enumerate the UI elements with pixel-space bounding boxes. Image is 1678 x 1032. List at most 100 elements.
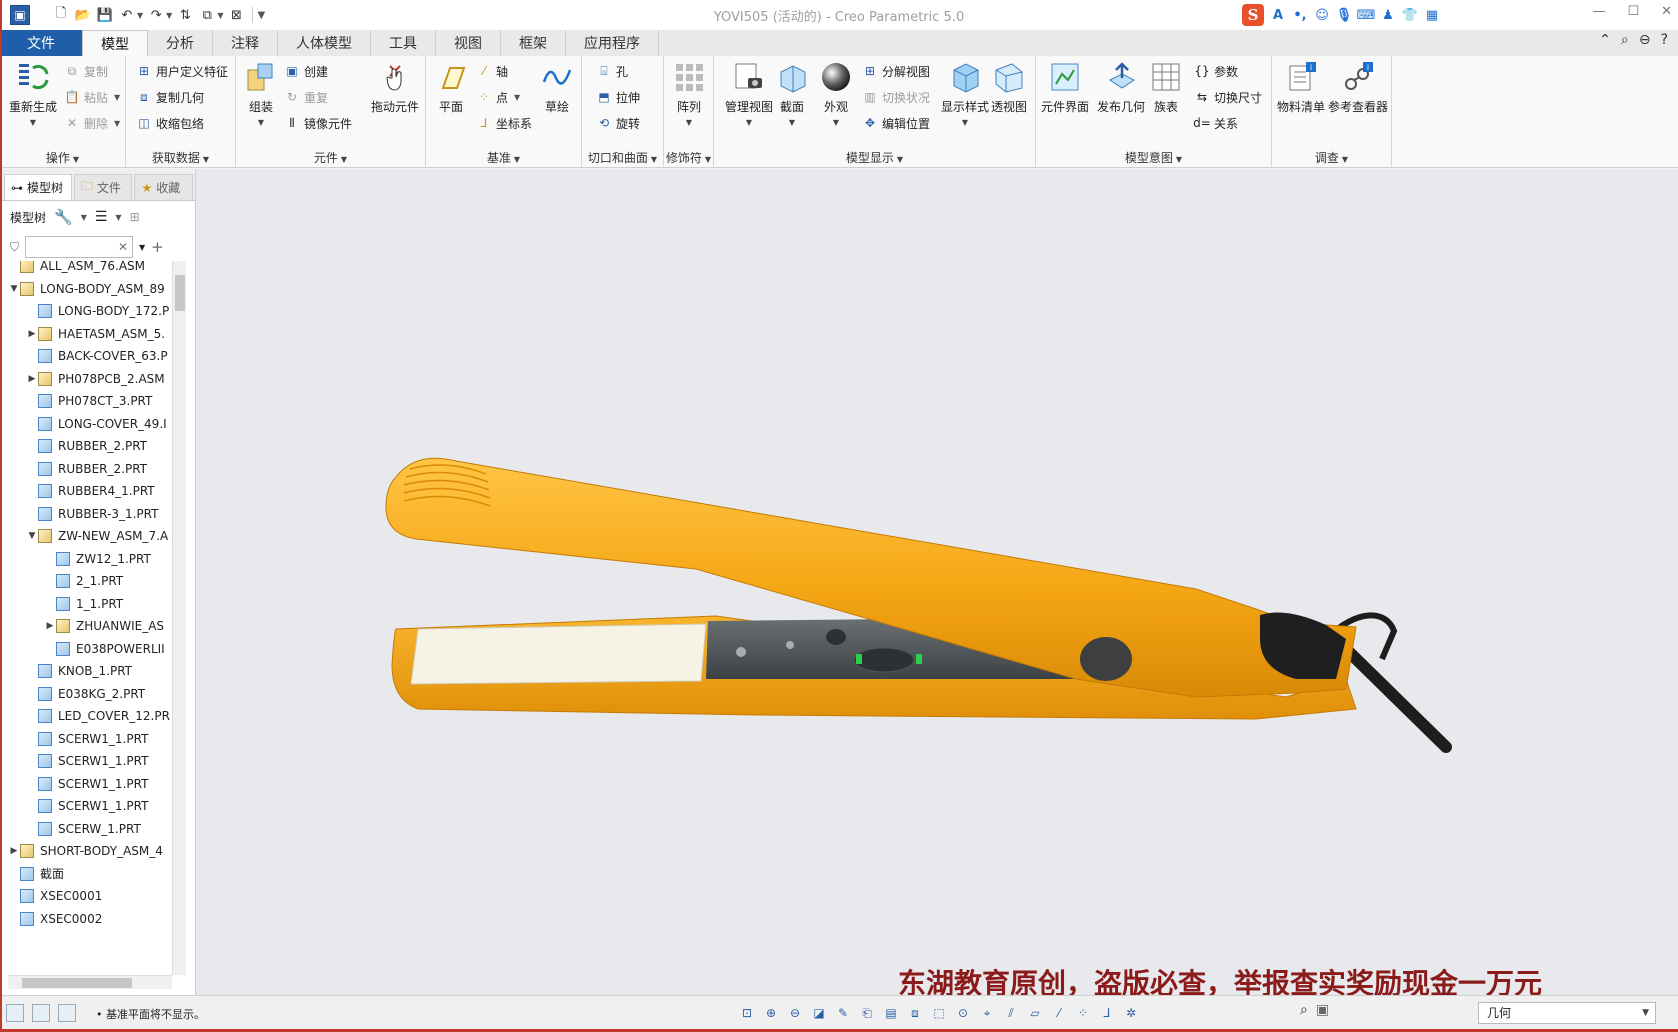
point-dropdown-icon[interactable]: ▼ (514, 93, 520, 102)
csys-button[interactable]: ⅃ 坐标系 (476, 114, 532, 132)
tab-file[interactable]: 文件 (0, 30, 82, 56)
pattern-button[interactable]: 阵列 ▼ (660, 60, 718, 130)
assemble-dropdown-icon[interactable]: ▼ (258, 116, 264, 130)
tree-item[interactable]: LED_COVER_12.PR (26, 705, 170, 727)
view-manager-icon[interactable]: ▤ (882, 1004, 900, 1022)
appearance-button[interactable]: 外观 ▼ (814, 60, 858, 130)
selection-filter-dropdown-icon[interactable]: ▼ (1642, 1003, 1649, 1023)
zoom-out-icon[interactable]: ⊖ (786, 1004, 804, 1022)
search-icon[interactable]: ⌕ (1621, 32, 1629, 48)
tree-toggle-icon[interactable]: ▼ (26, 531, 38, 541)
redo-dropdown-icon[interactable]: ▼ (166, 11, 172, 20)
udf-button[interactable]: ⊞ 用户定义特征 (136, 62, 228, 80)
undo-icon[interactable]: ↶ (118, 6, 136, 24)
selection-filter-icon[interactable]: ▣ (1316, 1002, 1329, 1018)
customize-qa-icon[interactable]: ▼ (257, 10, 265, 21)
perspective-quick-icon[interactable]: ⬚ (930, 1004, 948, 1022)
tree-item[interactable]: BACK-COVER_63.P (26, 345, 168, 367)
collapse-ribbon-icon[interactable]: ⌃ (1599, 32, 1611, 48)
clear-search-icon[interactable]: ✕ (118, 240, 128, 254)
tree-toggle-icon[interactable]: ▶ (26, 374, 38, 384)
section-quick-icon[interactable]: ⊙ (954, 1004, 972, 1022)
redo-icon[interactable]: ↷ (147, 6, 165, 24)
ime-keyboard-icon[interactable]: ⌨ (1357, 7, 1376, 23)
tab-framework[interactable]: 框架 (501, 30, 566, 56)
close-icon[interactable]: ✕ (1661, 4, 1672, 19)
community-icon[interactable]: ⊖ (1639, 32, 1651, 48)
reference-viewer-button[interactable]: i 参考查看器 (1328, 60, 1388, 114)
revolve-button[interactable]: ⟲ 旋转 (596, 114, 640, 132)
tree-item[interactable]: SCERW1_1.PRT (26, 750, 148, 772)
filter-icon[interactable]: ⛉ (10, 240, 19, 255)
section-button[interactable]: 截面 ▼ (768, 60, 816, 130)
create-button[interactable]: ▣ 创建 (284, 62, 328, 80)
tree-item[interactable]: ▼ ZW-NEW_ASM_7.A (26, 525, 168, 547)
tree-item[interactable]: LONG-COVER_49.I (26, 413, 167, 435)
group-investigate-label[interactable]: 调查 ▼ (1272, 149, 1391, 166)
regenerate-dropdown-icon[interactable]: ▼ (30, 116, 36, 130)
manage-views-dropdown-icon[interactable]: ▼ (746, 116, 752, 130)
tree-horizontal-scrollbar[interactable] (8, 975, 172, 989)
publish-geometry-button[interactable]: 发布几何 (1092, 60, 1150, 114)
tab-tools[interactable]: 工具 (371, 30, 436, 56)
tree-item[interactable]: RUBBER-3_1.PRT (26, 503, 158, 525)
perspective-button[interactable]: 透视图 (984, 60, 1034, 114)
tree-item[interactable]: SCERW1_1.PRT (26, 773, 148, 795)
windows-icon[interactable]: ⧉ (198, 6, 216, 24)
windows-dropdown-icon[interactable]: ▼ (217, 11, 223, 20)
browser-toggle-icon[interactable] (32, 1004, 50, 1022)
show-dropdown-icon[interactable]: ▼ (115, 213, 121, 222)
app-menu-icon[interactable]: ▣ (10, 5, 30, 25)
repaint-icon[interactable]: ◪ (810, 1004, 828, 1022)
switch-dimensions-button[interactable]: ⇆ 切换尺寸 (1194, 88, 1262, 106)
open-file-icon[interactable]: 📂 (74, 6, 92, 24)
explode-view-button[interactable]: ⊞ 分解视图 (862, 62, 930, 80)
family-table-button[interactable]: 族表 (1144, 60, 1188, 114)
shrinkwrap-button[interactable]: ◫ 收缩包络 (136, 114, 204, 132)
tree-vertical-scrollbar[interactable] (172, 261, 186, 975)
tree-item[interactable]: XSEC0002 (8, 908, 102, 930)
tree-toggle-icon[interactable]: ▶ (8, 846, 20, 856)
paste-button[interactable]: 📋 粘贴 ▼ (64, 88, 121, 106)
ime-user-icon[interactable]: ♟ (1380, 7, 1396, 23)
hole-button[interactable]: ⌺ 孔 (596, 62, 628, 80)
tab-folder-browser[interactable]: 🗀 文件 (73, 174, 133, 200)
regenerate-button[interactable]: 重新生成 ▼ (4, 60, 62, 130)
tree-item[interactable]: ▶ ZHUANWIE_AS (44, 615, 164, 637)
group-component-label[interactable]: 元件 ▼ (236, 149, 425, 166)
ime-skin-icon[interactable]: 👕 (1402, 7, 1418, 23)
spin-center-display-icon[interactable]: ✲ (1122, 1004, 1140, 1022)
section-dropdown-icon[interactable]: ▼ (789, 116, 795, 130)
axis-button[interactable]: ⁄ 轴 (476, 62, 508, 80)
group-model-intent-label[interactable]: 模型意图 ▼ (1036, 149, 1271, 166)
display-style-dropdown-icon[interactable]: ▼ (962, 116, 968, 130)
selection-filter-select[interactable]: 几何 ▼ (1478, 1002, 1656, 1024)
show-icon[interactable]: ☰ (95, 209, 108, 225)
group-modifiers-label[interactable]: 修饰符 ▼ (664, 149, 713, 166)
navigator-toggle-icon[interactable] (6, 1004, 24, 1022)
minimize-icon[interactable]: — (1592, 4, 1605, 19)
tab-annotate[interactable]: 注释 (213, 30, 278, 56)
tree-item[interactable]: E038KG_2.PRT (26, 683, 145, 705)
tree-item[interactable]: 2_1.PRT (44, 570, 123, 592)
group-cuts-label[interactable]: 切口和曲面 ▼ (582, 149, 663, 166)
ime-emoji-icon[interactable]: ☺ (1314, 7, 1330, 23)
tab-favorites[interactable]: ★ 收藏 (134, 174, 194, 200)
axis-display-icon[interactable]: ⁄ (1050, 1004, 1068, 1022)
ime-menu-icon[interactable]: ▦ (1424, 7, 1440, 23)
component-interface-button[interactable]: 元件界面 (1036, 60, 1094, 114)
saved-orientations-icon[interactable]: ⎗ (858, 1004, 876, 1022)
help-icon[interactable]: ? (1661, 32, 1668, 48)
tab-analysis[interactable]: 分析 (148, 30, 213, 56)
extrude-button[interactable]: ⬒ 拉伸 (596, 88, 640, 106)
tree-toggle-icon[interactable]: ▶ (44, 621, 56, 631)
refit-icon[interactable]: ⊡ (738, 1004, 756, 1022)
tree-item[interactable]: XSEC0001 (8, 885, 102, 907)
tree-columns-icon[interactable]: ⊞ (130, 210, 140, 224)
group-operations-label[interactable]: 操作 ▼ (0, 149, 125, 166)
tree-item[interactable]: ▶ HAETASM_ASM_5. (26, 323, 165, 345)
sketch-button[interactable]: 草绘 (534, 60, 580, 114)
paste-dropdown-icon[interactable]: ▼ (114, 93, 120, 102)
datum-display-icon[interactable]: ⌖ (978, 1004, 996, 1022)
tree-item[interactable]: KNOB_1.PRT (26, 660, 132, 682)
